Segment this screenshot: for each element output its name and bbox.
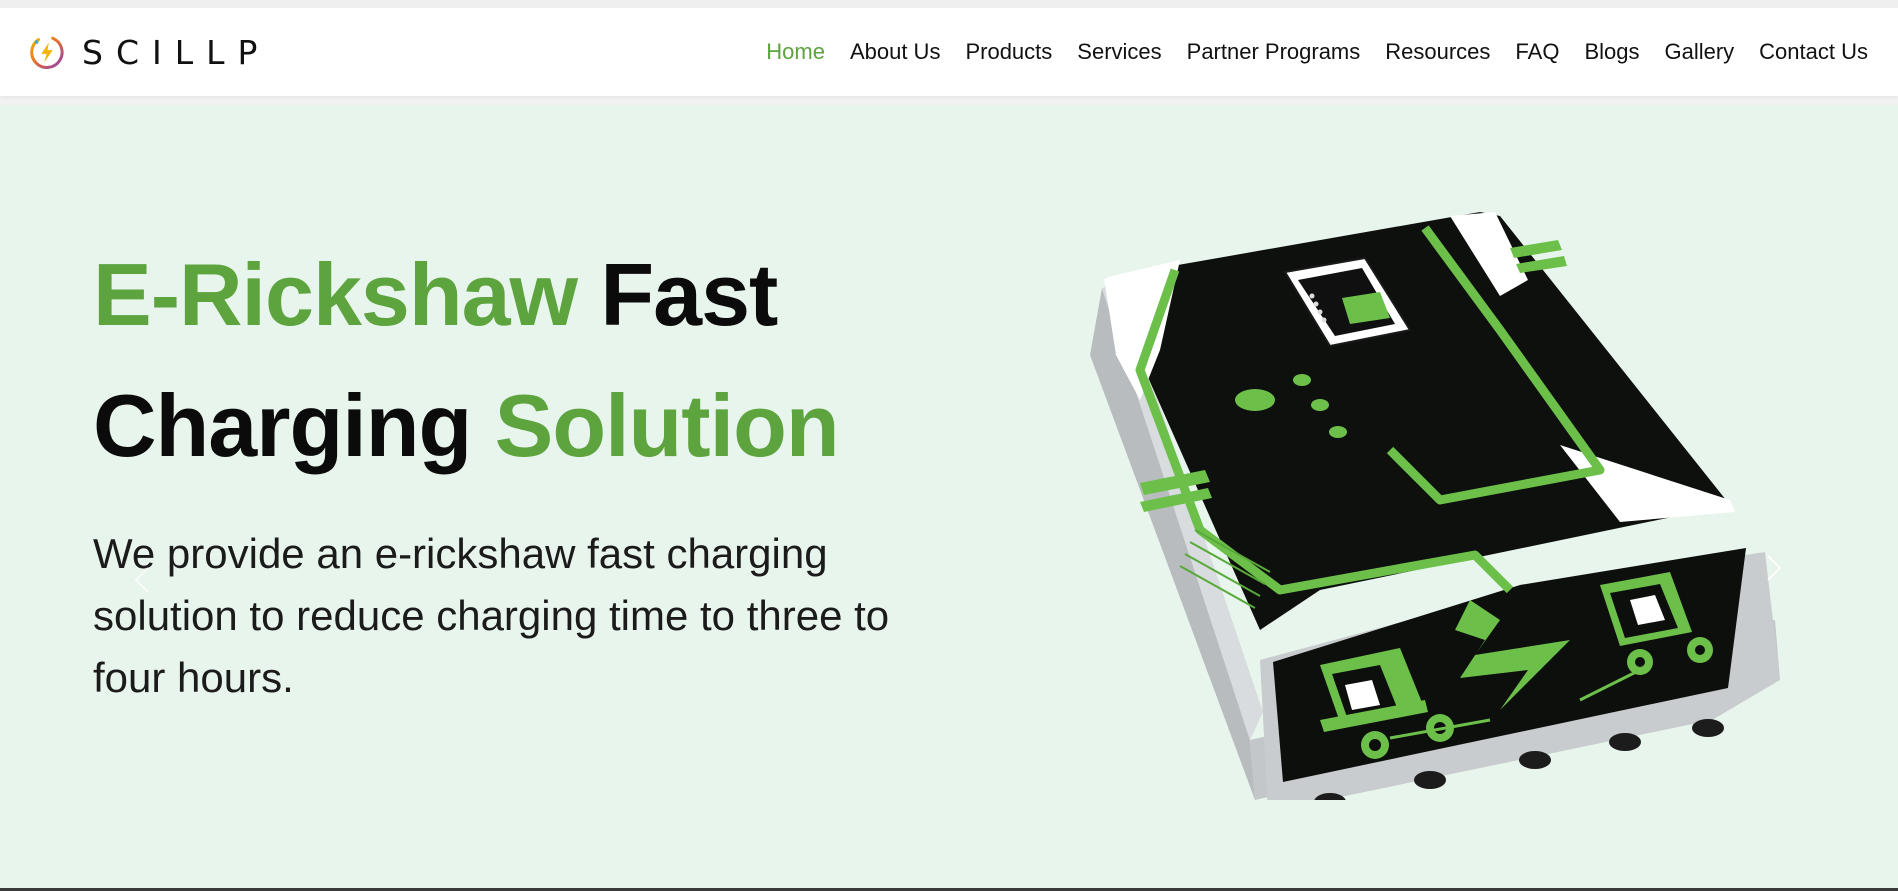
header-divider (0, 96, 1898, 105)
brand-name: SCILLP (82, 32, 271, 72)
hero-title-part: E-Rickshaw (93, 245, 578, 344)
chevron-left-icon[interactable] (128, 560, 158, 600)
hero-title-part: Fast (600, 245, 778, 344)
hero-title-part: Charging (93, 376, 472, 475)
nav-services[interactable]: Services (1077, 39, 1161, 65)
nav-contact-us[interactable]: Contact Us (1759, 39, 1868, 65)
hero-title: E-Rickshaw Fast Charging Solution (93, 229, 840, 491)
site-header: SCILLP Home About Us Products Services P… (0, 8, 1898, 96)
nav-about-us[interactable]: About Us (850, 39, 941, 65)
nav-gallery[interactable]: Gallery (1664, 39, 1734, 65)
top-strip (0, 0, 1898, 8)
brand-logo[interactable]: SCILLP (28, 33, 270, 72)
hero-title-part: Solution (494, 376, 840, 475)
nav-blogs[interactable]: Blogs (1584, 39, 1639, 65)
main-nav: Home About Us Products Services Partner … (766, 39, 1868, 65)
chevron-right-icon[interactable] (1758, 548, 1788, 588)
nav-home[interactable]: Home (766, 39, 825, 65)
nav-resources[interactable]: Resources (1385, 39, 1490, 65)
e-rickshaw-charger-product-image (1090, 212, 1780, 800)
nav-faq[interactable]: FAQ (1515, 39, 1559, 65)
nav-partner-programs[interactable]: Partner Programs (1187, 39, 1361, 65)
hero-description: We provide an e-rickshaw fast charging s… (93, 530, 890, 701)
lightning-bolt-ring-icon (30, 36, 64, 69)
hero-slider: E-Rickshaw Fast Charging Solution We pro… (0, 105, 1898, 888)
nav-products[interactable]: Products (965, 39, 1052, 65)
